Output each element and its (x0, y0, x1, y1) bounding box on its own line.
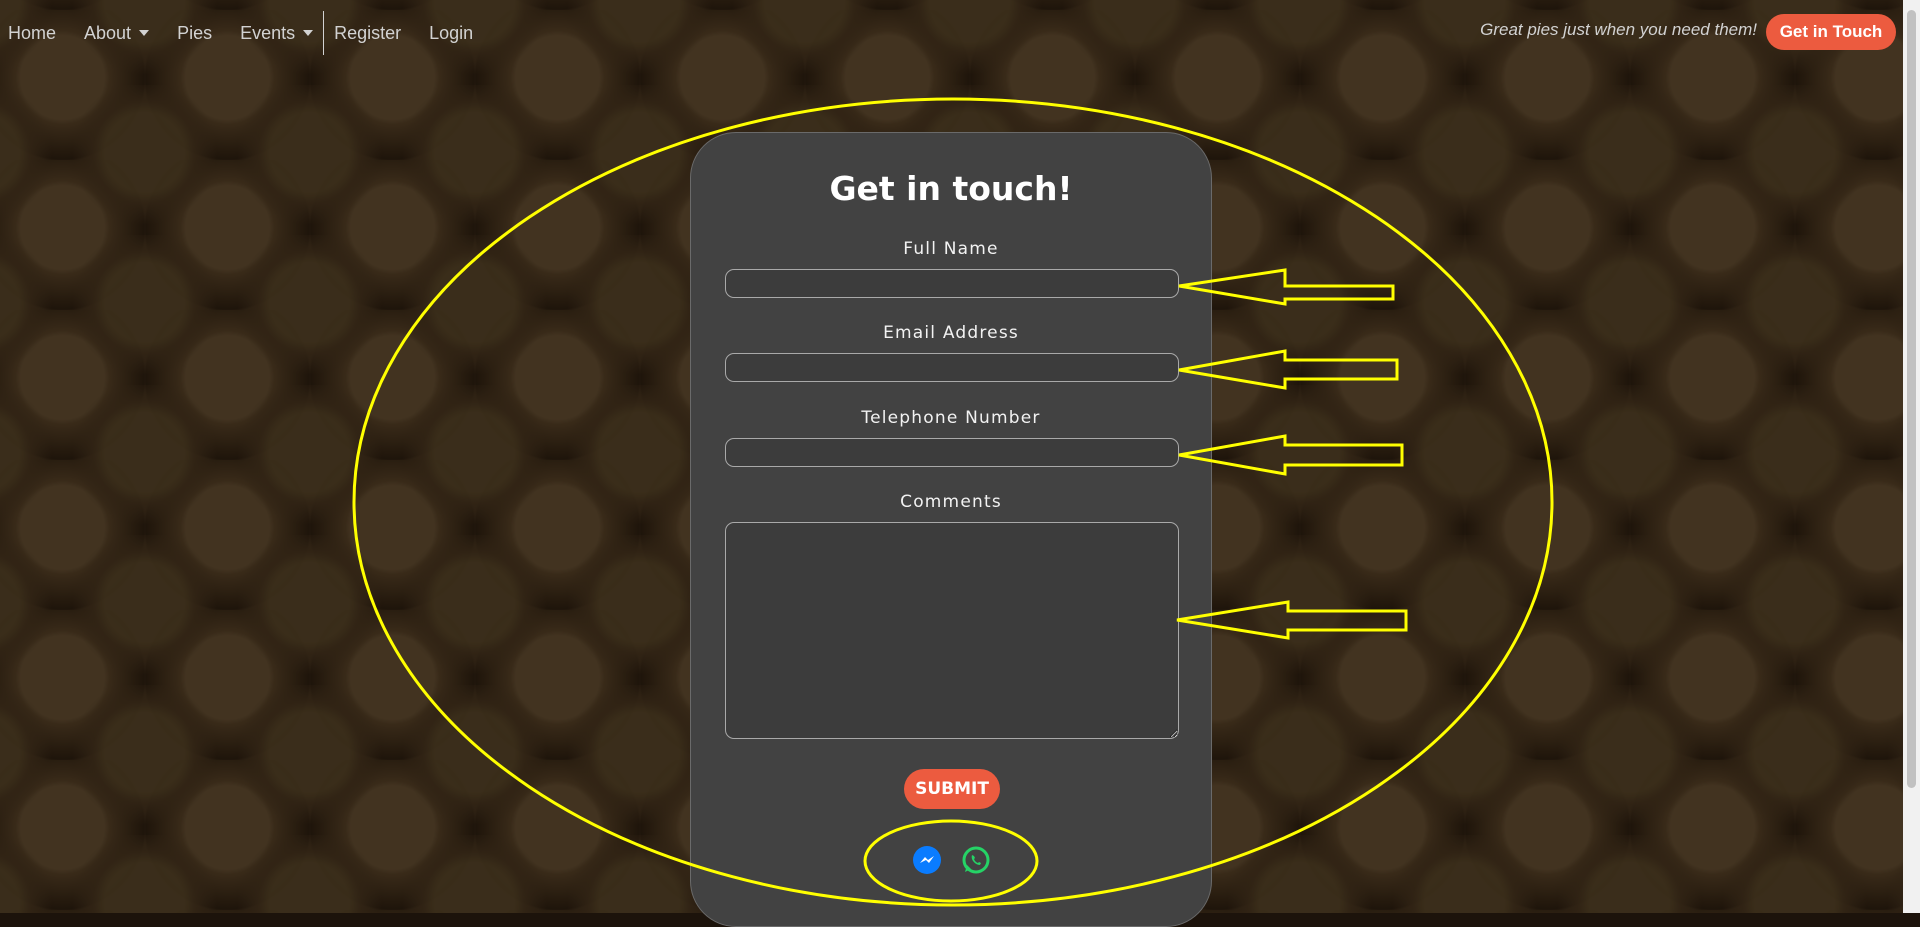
nav-events-label: Events (240, 22, 296, 43)
nav-about-dropdown[interactable]: About (84, 22, 150, 44)
form-title: Get in touch! (829, 169, 1073, 208)
nav-links: Home About Pies Events Register Login (0, 11, 501, 55)
full-name-input[interactable] (725, 269, 1179, 298)
nav-divider (323, 11, 325, 55)
contact-card: Get in touch! Full Name Email Address Te… (690, 132, 1212, 927)
site-tagline: Great pies just when you need them! (1480, 20, 1757, 39)
nav-pies[interactable]: Pies (177, 23, 212, 44)
email-input[interactable] (725, 353, 1179, 382)
caret-down-icon (303, 30, 314, 36)
full-name-label: Full Name (903, 239, 999, 259)
vertical-scrollbar[interactable] (1903, 0, 1920, 913)
nav-about-label: About (84, 22, 132, 43)
nav-events-dropdown[interactable]: Events (240, 22, 314, 44)
submit-button[interactable]: SUBMIT (904, 769, 1000, 809)
email-label: Email Address (883, 323, 1019, 343)
telephone-label: Telephone Number (861, 408, 1041, 428)
messenger-icon[interactable] (912, 845, 942, 875)
get-in-touch-button[interactable]: Get in Touch (1766, 14, 1896, 50)
navbar: Home About Pies Events Register Login Gr… (0, 0, 1920, 66)
nav-register[interactable]: Register (334, 23, 401, 44)
scrollbar-thumb[interactable] (1907, 10, 1916, 788)
whatsapp-icon[interactable] (961, 845, 991, 875)
nav-home[interactable]: Home (8, 23, 56, 44)
nav-login[interactable]: Login (429, 23, 473, 44)
telephone-input[interactable] (725, 438, 1179, 467)
caret-down-icon (139, 30, 150, 36)
comments-label: Comments (900, 492, 1002, 512)
comments-textarea[interactable] (725, 522, 1179, 739)
